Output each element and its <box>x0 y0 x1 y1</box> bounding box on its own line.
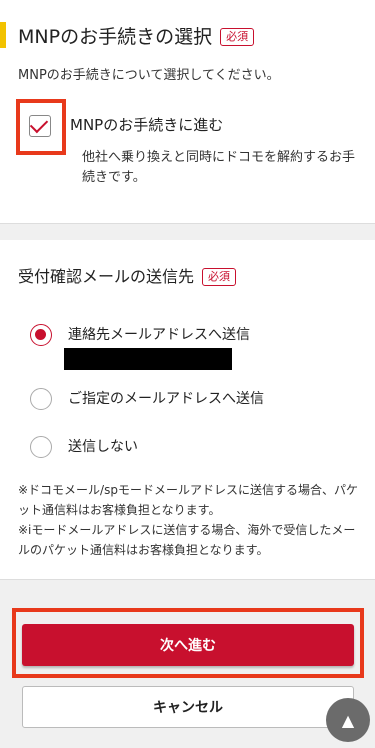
radio-option-label[interactable]: 送信しない <box>68 437 138 457</box>
radio-option-label[interactable]: ご指定のメールアドレスへ送信 <box>68 389 264 409</box>
section-accent-bar <box>0 22 6 48</box>
mnp-instruction: MNPのお手続きについて選択してください。 <box>18 68 280 83</box>
radio-button[interactable] <box>30 436 52 458</box>
radio-button[interactable] <box>30 324 52 346</box>
scroll-to-top-button[interactable]: ▲ <box>326 698 370 742</box>
email-section-title: 受付確認メールの送信先 必須 <box>18 266 237 288</box>
email-footnote: ※ドコモメール/spモードメールアドレスに送信する場合、パケット通信料はお客様負… <box>18 483 358 557</box>
next-button[interactable]: 次へ進む <box>22 624 354 666</box>
mnp-checkbox-description: 他社へ乗り換えと同時にドコモを解約するお手続きです。 <box>82 150 356 185</box>
radio-option-specified-email[interactable]: ご指定のメールアドレスへ送信 <box>30 388 264 410</box>
mnp-section-title-text: MNPのお手続きの選択 <box>18 26 213 48</box>
mnp-section-card: MNPのお手続きの選択 必須 MNPのお手続きについて選択してください。 MNP… <box>0 0 375 224</box>
radio-option-contact-email[interactable]: 連絡先メールアドレスへ送信 <box>30 324 250 346</box>
required-badge: 必須 <box>202 268 237 286</box>
required-badge: 必須 <box>220 28 255 46</box>
mnp-checkbox[interactable] <box>29 114 51 137</box>
radio-option-label[interactable]: 連絡先メールアドレスへ送信 <box>68 325 250 345</box>
email-section-title-text: 受付確認メールの送信先 <box>18 267 195 286</box>
redacted-email-address <box>64 348 232 370</box>
radio-option-no-send[interactable]: 送信しない <box>30 436 138 458</box>
mnp-checkbox-label[interactable]: MNPのお手続きに進む <box>70 114 223 136</box>
cancel-button[interactable]: キャンセル <box>22 686 354 728</box>
radio-button[interactable] <box>30 388 52 410</box>
mnp-section-title: MNPのお手続きの選択 必須 <box>18 24 255 50</box>
checkmark-icon <box>29 114 49 134</box>
arrow-up-icon: ▲ <box>341 710 355 730</box>
